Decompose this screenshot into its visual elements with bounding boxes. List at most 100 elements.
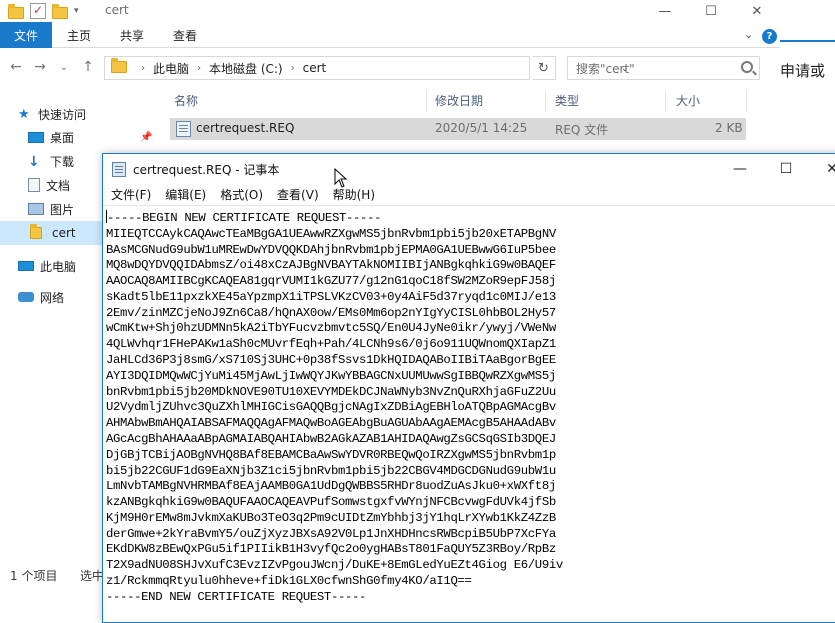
column-divider[interactable] xyxy=(746,90,747,112)
menu-format[interactable]: 格式(O) xyxy=(220,186,263,203)
text-line: T2X9adNU08SHJvXufC3EvzIZvPgouJWcnj/DuKE+… xyxy=(106,558,563,573)
notepad-text-area[interactable]: -----BEGIN NEW CERTIFICATE REQUEST----- … xyxy=(103,205,835,623)
text-line: kzANBgkqhkiG9w0BAQUFAAOCAQEAVPufSomwstgx… xyxy=(106,495,556,510)
notepad-maximize-button[interactable]: ☐ xyxy=(763,154,809,184)
tab-share[interactable]: 共享 xyxy=(120,22,144,48)
breadcrumb-separator-icon: › xyxy=(141,62,145,74)
up-icon[interactable]: ↑ xyxy=(78,56,98,78)
qat-dropdown-icon[interactable]: ▾ xyxy=(74,6,79,16)
sidebar-item-label: 此电脑 xyxy=(40,259,77,274)
back-icon[interactable]: ← xyxy=(6,56,26,78)
text-line: 2Emv/zinMZCjeNoJ9Zn6Ca8/hQnAX0ow/EMs0Mm6… xyxy=(106,305,556,320)
notepad-title: certrequest.REQ - 记事本 xyxy=(133,163,280,177)
explorer-title: cert xyxy=(105,3,129,17)
menu-view[interactable]: 查看(V) xyxy=(277,186,319,203)
text-line: 4QLWvhqr1FHePAKw1aSh0cMUvrfEqh+Pah/4LCNh… xyxy=(106,337,556,352)
new-folder-icon[interactable] xyxy=(52,3,68,19)
quick-access-toolbar: ✓ ▾ xyxy=(8,2,79,20)
text-line: bnRvbm1pbi5jb20MDkNOVE90TU10XEVYMDEkDCJN… xyxy=(106,384,556,399)
computer-icon xyxy=(18,261,34,271)
text-line: bi5jb22CGUF1dG9EaXNjb3Z1ci5jbnRvbm1pbi5j… xyxy=(106,463,556,478)
explorer-titlebar: ✓ ▾ cert — ☐ ✕ xyxy=(0,0,780,22)
status-bar: 1 个项目 选中 xyxy=(0,561,104,585)
text-line: KjM9H0rEMw8mJvkmXaKUBo3TeO3q2Pm9cUIDtZmY… xyxy=(106,510,556,525)
sidebar-item-label: 文档 xyxy=(46,178,71,193)
file-row[interactable]: certrequest.REQ 2020/5/1 14:25 REQ 文件 2 … xyxy=(170,118,746,140)
sidebar-item-label: 桌面 xyxy=(50,130,75,145)
help-icon[interactable]: ? xyxy=(762,29,777,44)
breadcrumb-separator-icon: › xyxy=(290,62,295,74)
text-line: -----END NEW CERTIFICATE REQUEST----- xyxy=(106,589,367,604)
text-line: JaHLCd36P3j8smG/xS710Sj3UHC+0p38fSsvs1Dk… xyxy=(106,353,556,368)
tab-home[interactable]: 主页 xyxy=(67,22,91,48)
pin-icon[interactable]: 📌 xyxy=(140,132,152,143)
address-folder-icon xyxy=(111,57,127,76)
recent-locations-icon[interactable]: ⌄ xyxy=(54,56,74,78)
notepad-close-button[interactable]: ✕ xyxy=(809,154,835,184)
minimize-button[interactable]: — xyxy=(642,0,688,22)
text-line: AHMAbwBmAHQAIABSAFMAQQAgAFMAQwBoAGEAbgBu… xyxy=(106,416,556,431)
documents-icon xyxy=(28,178,40,192)
tab-view[interactable]: 查看 xyxy=(173,22,197,48)
network-icon xyxy=(18,292,34,302)
search-icon xyxy=(741,61,753,73)
background-window-text: 申请或 xyxy=(780,62,826,80)
breadcrumb-cert[interactable]: cert xyxy=(303,61,327,75)
star-icon: ★ xyxy=(18,107,30,122)
text-line: sKadt5lbE11pxzkXE45aYpzmpX1iTPSLVKzCV03+… xyxy=(106,289,556,304)
text-line: wCmKtw+Shj0hzUDMNn5kA2iTbYFucvzbmvtc5SQ/… xyxy=(106,321,556,336)
text-file-icon xyxy=(176,121,191,137)
column-divider[interactable] xyxy=(665,90,666,112)
text-line: AGcAcgBhAHAAaABpAGMAIABQAHIAbwB2AGkAZAB1… xyxy=(106,431,556,446)
column-divider[interactable] xyxy=(426,90,427,112)
folder-icon xyxy=(8,3,24,19)
address-bar[interactable]: › 此电脑 › 本地磁盘 (C:) › cert ⌄ xyxy=(104,56,629,80)
notepad-window: certrequest.REQ - 记事本 — ☐ ✕ 文件(F) 编辑(E) … xyxy=(102,153,835,623)
tab-file[interactable]: 文件 xyxy=(0,22,52,48)
column-size[interactable]: 大小 xyxy=(676,86,700,114)
text-line: BAsMCGNudG9ubW1uMREwDwYDVQQKDAhjbnRvbm1p… xyxy=(106,242,556,257)
text-line: MIIEQTCCAykCAQAwcTEaMBgGA1UEAwwRZXgwMS5j… xyxy=(106,226,556,241)
pictures-icon xyxy=(28,203,44,215)
maximize-button[interactable]: ☐ xyxy=(688,0,734,22)
properties-icon[interactable]: ✓ xyxy=(30,3,46,19)
folder-icon xyxy=(30,224,46,240)
breadcrumb-local-disk[interactable]: 本地磁盘 (C:) xyxy=(209,60,283,77)
notepad-titlebar: certrequest.REQ - 记事本 — ☐ ✕ xyxy=(103,154,835,184)
file-name: certrequest.REQ xyxy=(196,121,295,135)
column-divider[interactable] xyxy=(545,90,546,112)
menu-file[interactable]: 文件(F) xyxy=(111,186,151,203)
text-line: -----BEGIN NEW CERTIFICATE REQUEST----- xyxy=(106,210,382,225)
close-button[interactable]: ✕ xyxy=(734,0,780,22)
notepad-icon xyxy=(112,162,126,177)
navigation-bar: ← → ⌄ ↑ › 此电脑 › 本地磁盘 (C:) › cert ⌄ ↻ 搜索"… xyxy=(0,52,780,84)
sidebar-item-label: 下载 xyxy=(50,154,75,169)
file-date: 2020/5/1 14:25 xyxy=(435,121,528,135)
text-line: U2VydmljZUhvc3QuZXhlMHIGCisGAQQBgjcNAgIx… xyxy=(106,400,556,415)
text-line: AYI3DQIDMQwWCjYuMi45MjAwLjIwWQYJKwYBBAGC… xyxy=(106,368,556,383)
search-input[interactable]: 搜索"cert" xyxy=(567,56,760,80)
breadcrumb-separator-icon: › xyxy=(197,62,202,74)
text-line: z1/RckmmqRtyulu0hheve+fiDk1GLX0cfwnShG0f… xyxy=(106,573,472,588)
text-line: AAOCAQ8AMIIBCgKCAQEA81gqrVUMI1kGZU77/g12… xyxy=(106,274,556,289)
text-line: DjGBjTCBijAOBgNVHQ8BAf8EBAMCBaAwSwYDVR0R… xyxy=(106,447,556,462)
file-type: REQ 文件 xyxy=(555,123,609,137)
selected-count: 选中 xyxy=(80,569,105,583)
text-line: LmNvbTAMBgNVHRMBAf8EAjAAMB0GA1UdDgQWBBS5… xyxy=(106,479,556,494)
menu-edit[interactable]: 编辑(E) xyxy=(165,186,206,203)
refresh-icon[interactable]: ↻ xyxy=(532,56,556,80)
column-name[interactable]: 名称 xyxy=(174,86,198,114)
breadcrumb-this-pc[interactable]: 此电脑 xyxy=(153,60,189,77)
notepad-minimize-button[interactable]: — xyxy=(717,154,763,184)
column-date-modified[interactable]: 修改日期 xyxy=(435,86,483,114)
menu-help[interactable]: 帮助(H) xyxy=(333,186,375,203)
sidebar-item-quick-access[interactable]: ★ 快速访问 xyxy=(18,102,178,126)
sidebar-item-label: 图片 xyxy=(50,202,75,217)
sidebar-item-cert[interactable]: cert xyxy=(0,221,102,245)
text-line: derGmwe+2kYraBvmY5/ouZjXyzJBXsA92V0Lp1Jn… xyxy=(106,526,556,541)
column-type[interactable]: 类型 xyxy=(555,86,579,114)
ribbon-expand-icon[interactable]: ⌄ xyxy=(744,28,753,41)
item-count: 1 个项目 xyxy=(10,569,58,583)
text-line: EKdDKW8zBEwQxPGu5if1PIIikB1H3vyfQc2o0ygH… xyxy=(106,542,556,557)
forward-icon[interactable]: → xyxy=(30,56,50,78)
